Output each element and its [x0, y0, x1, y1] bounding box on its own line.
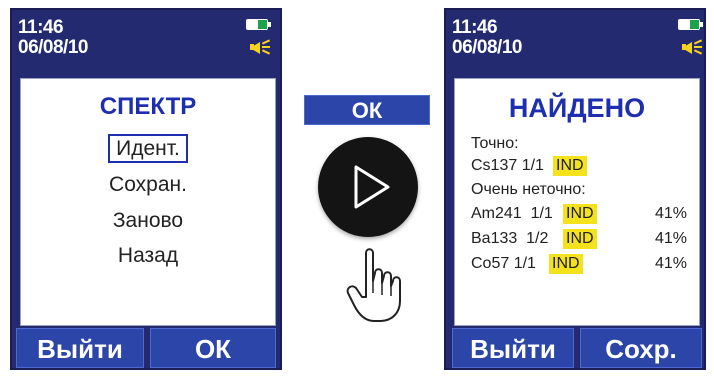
inexact-heading: Очень неточно: [471, 181, 586, 198]
play-button[interactable] [318, 137, 418, 237]
menu-item-back[interactable]: Назад [21, 244, 275, 268]
menu-panel: СПЕКТР Идент. Сохран. Заново Назад [20, 78, 276, 326]
speaker-icon [250, 39, 272, 55]
result-row[interactable]: Ba133 1/2 IND 41% [471, 228, 687, 250]
play-icon [354, 165, 390, 209]
battery-icon [678, 19, 703, 30]
hand-pointer-icon [346, 248, 401, 322]
spectrum-screen: 11:46 06/08/10 СПЕКТР Идент. Сохран. Зан… [10, 8, 282, 370]
speaker-icon [682, 39, 704, 55]
status-bar: 11:46 06/08/10 [452, 18, 522, 58]
menu-item-save[interactable]: Сохран. [21, 173, 275, 197]
clock-date: 06/08/10 [452, 37, 522, 58]
ok-softkey[interactable]: ОК [150, 328, 276, 368]
result-row[interactable]: Cs137 1/1 IND [471, 155, 687, 177]
clock-time: 11:46 [18, 17, 64, 38]
results-panel: НАЙДЕНО Точно: Cs137 1/1 IND Очень неточ… [454, 78, 700, 326]
nuclide-name: Co57 1/1 [471, 255, 536, 272]
exit-softkey[interactable]: Выйти [452, 328, 574, 368]
exit-softkey[interactable]: Выйти [16, 328, 144, 368]
status-bar: 11:46 06/08/10 [18, 18, 88, 58]
match-percent: 41% [654, 230, 687, 247]
menu-item-label: Заново [112, 209, 184, 232]
results-screen: 11:46 06/08/10 НАЙДЕНО Точно: Cs137 1/1 … [444, 8, 706, 370]
ind-badge: IND [563, 229, 597, 249]
nuclide-name: Cs137 1/1 [471, 157, 544, 174]
match-percent: 41% [654, 205, 687, 222]
ok-key[interactable]: ОК [304, 95, 430, 125]
result-row[interactable]: Am241 1/1 IND 41% [471, 203, 687, 225]
menu-item-identify[interactable]: Идент. [21, 134, 275, 163]
clock-date: 06/08/10 [18, 37, 88, 58]
ind-badge: IND [549, 254, 583, 274]
save-softkey[interactable]: Сохр. [580, 328, 702, 368]
result-row[interactable]: Co57 1/1 IND 41% [471, 253, 687, 275]
menu-item-label: Назад [117, 244, 179, 267]
menu-item-restart[interactable]: Заново [21, 209, 275, 233]
battery-icon [246, 19, 271, 30]
screen-title: НАЙДЕНО [508, 93, 646, 123]
ind-badge: IND [553, 156, 587, 176]
exact-heading: Точно: [471, 135, 519, 152]
nuclide-name: Am241 1/1 [471, 205, 553, 222]
nuclide-name: Ba133 1/2 [471, 230, 549, 247]
clock-time: 11:46 [452, 17, 498, 38]
menu-item-label: Идент. [108, 134, 188, 163]
menu-item-label: Сохран. [109, 173, 187, 196]
screen-title: СПЕКТР [99, 93, 197, 120]
ind-badge: IND [563, 204, 597, 224]
match-percent: 41% [654, 255, 687, 272]
